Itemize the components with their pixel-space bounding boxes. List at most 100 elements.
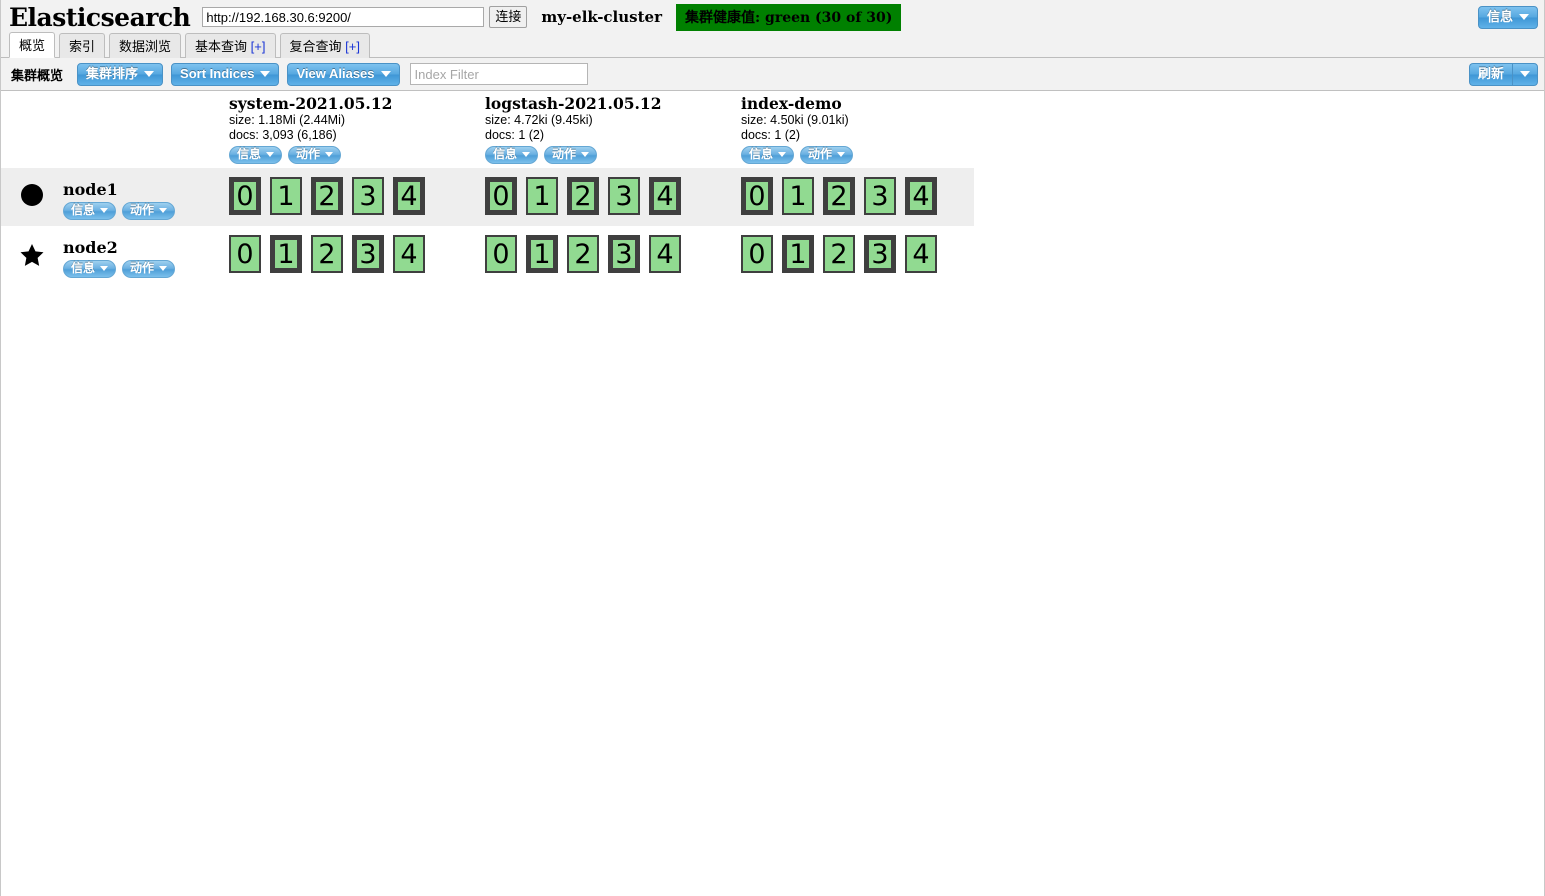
shard-box[interactable]: 4 — [649, 235, 681, 273]
shard-box[interactable]: 0 — [229, 177, 261, 215]
node-cell: node2 信息 动作 — [1, 226, 229, 278]
shard-box[interactable]: 4 — [393, 235, 425, 273]
shard-box[interactable]: 0 — [485, 177, 517, 215]
refresh-label: 刷新 — [1477, 65, 1504, 81]
index-size: size: 4.50ki (9.01ki) — [741, 113, 849, 127]
tab-basic-query[interactable]: 基本查询 [+] — [185, 33, 276, 58]
index-action-button[interactable]: 动作 — [288, 146, 342, 164]
shard-box[interactable]: 1 — [270, 177, 302, 215]
shard-cell: 0 1 2 3 4 — [485, 168, 741, 215]
index-info-button[interactable]: 信息 — [229, 146, 283, 164]
tab-overview[interactable]: 概览 — [9, 32, 56, 58]
cluster-sort-button[interactable]: 集群排序 — [77, 62, 164, 86]
node-info-label: 信息 — [71, 203, 96, 217]
shard-box[interactable]: 0 — [229, 235, 261, 273]
tab-data-browse[interactable]: 数据浏览 — [109, 33, 182, 58]
shard-box[interactable]: 2 — [311, 235, 343, 273]
shard-box[interactable]: 4 — [393, 177, 425, 215]
shard-cell: 0 1 2 3 4 — [741, 168, 997, 215]
header-info-label: 信息 — [1486, 8, 1513, 24]
node-action-label: 动作 — [130, 261, 155, 275]
refresh-options-button[interactable] — [1512, 62, 1538, 86]
shard-box[interactable]: 4 — [649, 177, 681, 215]
shard-box[interactable]: 4 — [905, 177, 937, 215]
tab-composite-query[interactable]: 复合查询 [+] — [279, 33, 370, 58]
shard-box[interactable]: 1 — [526, 177, 558, 215]
sort-indices-button[interactable]: Sort Indices — [171, 62, 280, 86]
index-action-button[interactable]: 动作 — [800, 146, 854, 164]
shard-box[interactable]: 1 — [270, 235, 302, 273]
shard-box[interactable]: 3 — [864, 235, 896, 273]
index-filter-input[interactable] — [409, 63, 588, 85]
tab-composite-query-label: 复合查询 — [289, 39, 346, 54]
chevron-down-icon — [1519, 13, 1529, 20]
shard-box[interactable]: 1 — [782, 235, 814, 273]
node-role-icon-wrap — [1, 238, 63, 268]
index-actions: 信息 动作 — [229, 146, 485, 164]
index-action-button[interactable]: 动作 — [544, 146, 598, 164]
shard-cell: 0 1 2 3 4 — [229, 168, 485, 215]
node-info-label: 信息 — [71, 261, 96, 275]
node-info-button[interactable]: 信息 — [63, 202, 117, 220]
shard-box[interactable]: 3 — [352, 235, 384, 273]
tab-indices-label: 索引 — [69, 39, 96, 54]
refresh-button[interactable]: 刷新 — [1468, 62, 1512, 86]
chevron-down-icon — [266, 152, 275, 157]
shard-box[interactable]: 0 — [485, 235, 517, 273]
shard-box[interactable]: 2 — [567, 235, 599, 273]
shard-box[interactable]: 1 — [526, 235, 558, 273]
chevron-down-icon — [581, 152, 590, 157]
chevron-down-icon — [159, 266, 168, 271]
index-name: logstash-2021.05.12 — [485, 94, 662, 113]
chevron-down-icon — [260, 70, 271, 77]
star-icon — [20, 243, 44, 266]
chevron-down-icon — [100, 266, 109, 271]
shard-box[interactable]: 2 — [823, 235, 855, 273]
node-info-button[interactable]: 信息 — [63, 260, 117, 278]
shard-box[interactable]: 3 — [864, 177, 896, 215]
node-action-button[interactable]: 动作 — [122, 260, 176, 278]
shard-box[interactable]: 0 — [741, 235, 773, 273]
view-aliases-button[interactable]: View Aliases — [287, 62, 400, 86]
node-action-button[interactable]: 动作 — [122, 202, 176, 220]
chevron-down-icon — [325, 152, 334, 157]
shard-box[interactable]: 3 — [608, 177, 640, 215]
shard-box[interactable]: 1 — [782, 177, 814, 215]
node-cell: node1 信息 动作 — [1, 168, 229, 220]
shard-box[interactable]: 0 — [741, 177, 773, 215]
chevron-down-icon — [144, 70, 155, 77]
index-column-index-demo: index-demo size: 4.50ki (9.01ki) docs: 1… — [741, 95, 997, 168]
cluster-url-input[interactable] — [202, 7, 485, 27]
index-info-label: 信息 — [237, 147, 262, 161]
index-info-button[interactable]: 信息 — [485, 146, 539, 164]
tab-overview-label: 概览 — [19, 38, 46, 53]
index-column-logstash: logstash-2021.05.12 size: 4.72ki (9.45ki… — [485, 95, 741, 168]
sort-indices-label: Sort Indices — [180, 65, 255, 81]
shard-box[interactable]: 2 — [567, 177, 599, 215]
connect-button[interactable]: 连接 — [489, 6, 528, 28]
cluster-name-label: my-elk-cluster — [541, 8, 662, 26]
node-info: node2 信息 动作 — [63, 238, 176, 278]
view-aliases-label: View Aliases — [296, 65, 375, 81]
index-info-button[interactable]: 信息 — [741, 146, 795, 164]
shard-cell: 0 1 2 3 4 — [741, 226, 997, 273]
shard-box[interactable]: 2 — [311, 177, 343, 215]
shard-box[interactable]: 3 — [608, 235, 640, 273]
tab-basic-query-suffix: [+] — [250, 39, 266, 54]
node-role-icon-wrap — [1, 180, 63, 206]
shard-box[interactable]: 4 — [905, 235, 937, 273]
chevron-down-icon — [380, 70, 391, 77]
tab-indices[interactable]: 索引 — [59, 33, 106, 58]
shard-box[interactable]: 2 — [823, 177, 855, 215]
circle-icon — [21, 184, 43, 206]
overview-toolbar: 集群概览 集群排序 Sort Indices View Aliases 刷新 — [1, 58, 1544, 91]
grid-corner — [1, 95, 229, 168]
header-info-button[interactable]: 信息 — [1477, 5, 1538, 29]
index-actions: 信息 动作 — [741, 146, 997, 164]
chevron-down-icon — [522, 152, 531, 157]
index-size: size: 1.18Mi (2.44Mi) — [229, 113, 346, 127]
tab-composite-query-suffix: [+] — [345, 39, 360, 54]
index-name: index-demo — [741, 94, 842, 113]
index-info-label: 信息 — [493, 147, 518, 161]
shard-box[interactable]: 3 — [352, 177, 384, 215]
